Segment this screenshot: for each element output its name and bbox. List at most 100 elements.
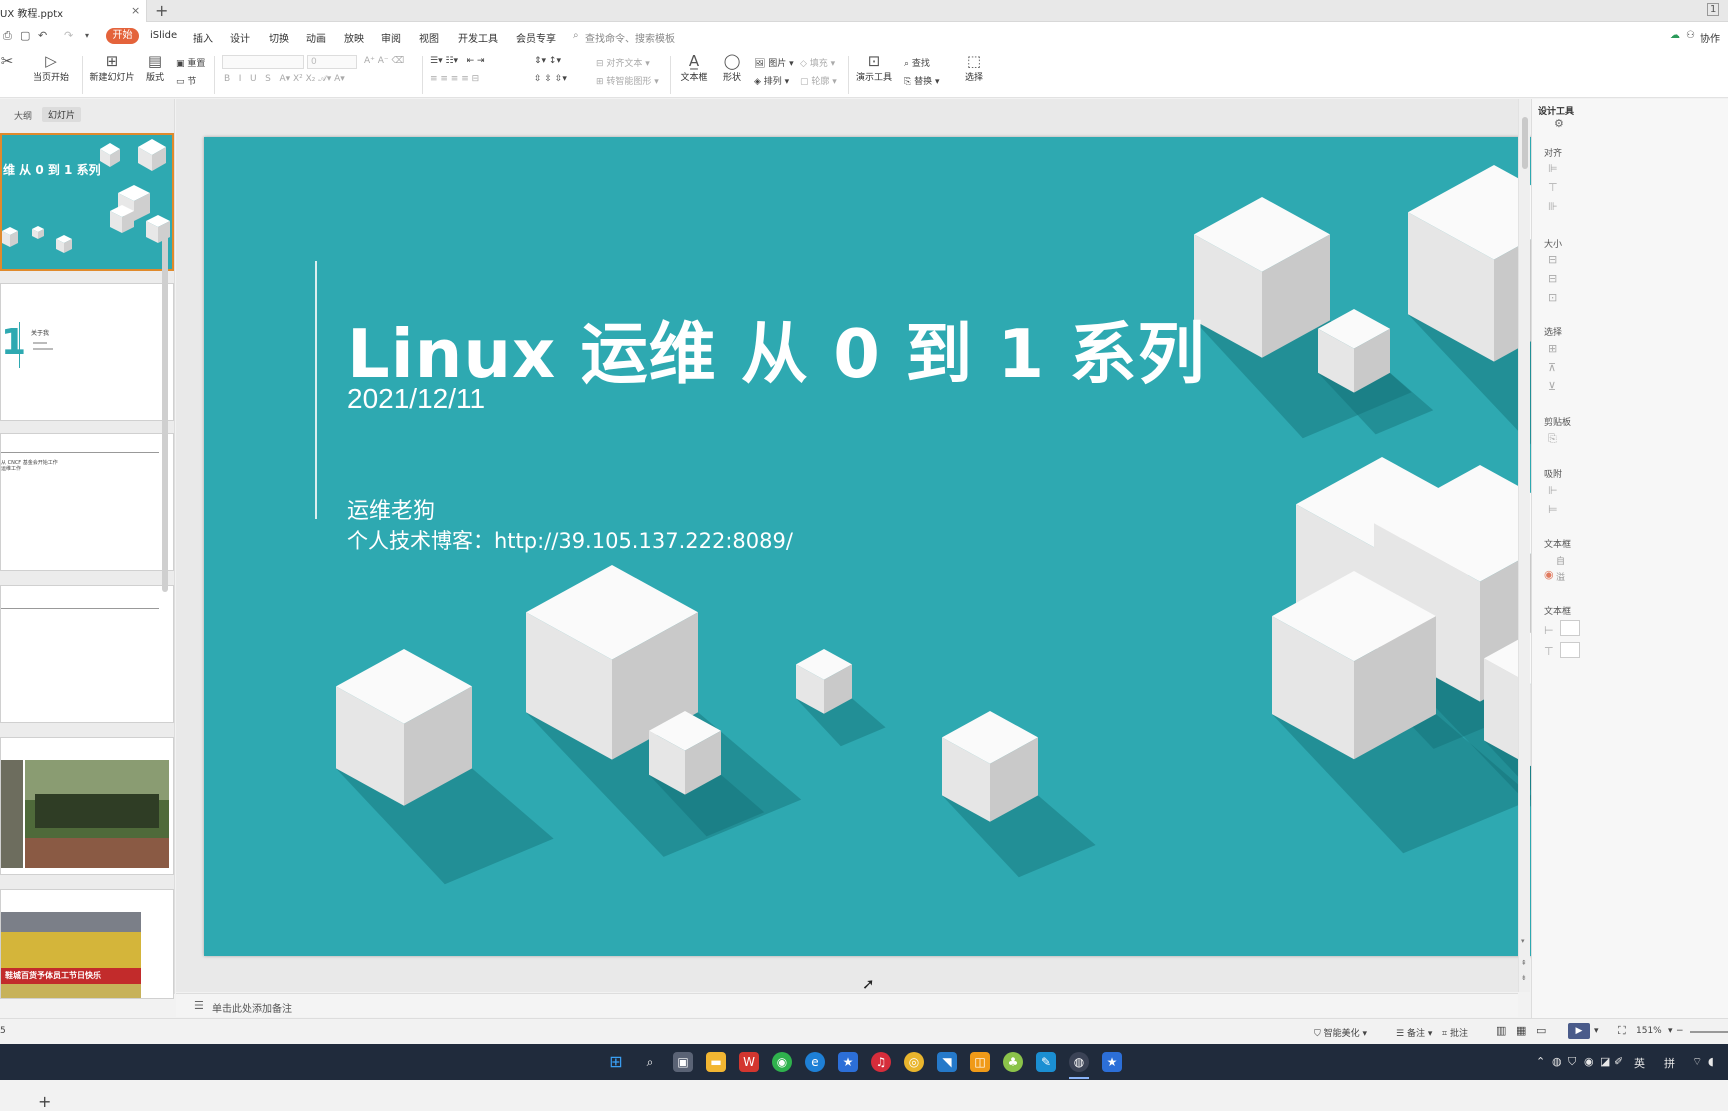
- collab-icon[interactable]: ⚇: [1686, 30, 1695, 41]
- slide-blog-url[interactable]: 个人技术博客：http://39.105.137.222:8089/: [347, 525, 793, 555]
- task-view-icon[interactable]: ▣: [673, 1052, 693, 1072]
- play-options-chevron-icon[interactable]: ▾: [1594, 1026, 1599, 1036]
- new-tab-button[interactable]: +: [155, 1, 168, 20]
- snap-grid-icon[interactable]: ⊨: [1548, 503, 1558, 516]
- paragraph-align-icons[interactable]: ≡ ≡ ≡ ≡ ⊟: [430, 74, 479, 84]
- collab-button[interactable]: 协作: [1700, 30, 1720, 45]
- fill-button[interactable]: ◇ 填充 ▾: [800, 56, 835, 69]
- wechat-icon[interactable]: ◉: [772, 1052, 792, 1072]
- font-grow-icon[interactable]: A⁺ A⁻ ⌫: [364, 56, 404, 66]
- size-height-icon[interactable]: ⊟: [1548, 272, 1557, 285]
- window-layout-button[interactable]: 1: [1707, 3, 1720, 16]
- preview-icon[interactable]: ▢: [20, 29, 30, 42]
- align-distribute-icon[interactable]: ⊪: [1548, 200, 1558, 213]
- notes-bar[interactable]: ☰ 单击此处添加备注: [176, 993, 1518, 1017]
- font-size-select[interactable]: 0: [307, 55, 357, 69]
- zoom-level[interactable]: 151%: [1636, 1026, 1662, 1036]
- start-menu-icon[interactable]: ⊞: [606, 1052, 626, 1072]
- tray-pen-icon[interactable]: ✐: [1614, 1055, 1623, 1068]
- new-slide-button[interactable]: ⊞ 新建幻灯片: [88, 52, 136, 83]
- tab-slideshow[interactable]: 放映: [344, 30, 364, 45]
- align-left-icon[interactable]: ⊫: [1548, 162, 1558, 175]
- app-box-icon[interactable]: ◫: [970, 1052, 990, 1072]
- zoom-slider[interactable]: [1690, 1031, 1728, 1033]
- tab-slides[interactable]: 幻灯片: [42, 107, 82, 122]
- picture-button[interactable]: 🖼 图片 ▾: [754, 56, 794, 69]
- select-pane-icon[interactable]: ⊞: [1548, 342, 1557, 355]
- zoom-dropdown-icon[interactable]: ▾: [1668, 1026, 1673, 1036]
- play-slideshow-button[interactable]: ▶: [1568, 1023, 1590, 1039]
- ime-mode[interactable]: 拼: [1664, 1055, 1675, 1071]
- wifi-icon[interactable]: ⌔: [1692, 1055, 1702, 1069]
- add-slide-button[interactable]: +: [38, 1092, 51, 1111]
- slide-thumbnail-4[interactable]: [0, 585, 174, 723]
- tray-shield-icon[interactable]: ⛉: [1568, 1055, 1576, 1069]
- tab-review[interactable]: 审阅: [381, 30, 401, 45]
- tray-wechat-icon[interactable]: ◍: [1552, 1055, 1562, 1068]
- thumbnail-scrollbar[interactable]: [162, 232, 168, 592]
- shape-button[interactable]: ◯ 形状: [716, 52, 748, 83]
- scroll-down-icon[interactable]: ▾: [1521, 937, 1525, 945]
- play-from-current-button[interactable]: ▷ 当页开始: [26, 52, 76, 83]
- slide-canvas[interactable]: Linux 运维 从 0 到 1 系列 2021/12/11 运维老狗 个人技术…: [204, 137, 1658, 956]
- list-icons[interactable]: ☰▾ ☷▾ ⇤ ⇥: [430, 56, 485, 66]
- textbox-option-auto[interactable]: 自: [1556, 554, 1565, 567]
- slide-thumbnail-2[interactable]: 1 关于我: [0, 283, 174, 421]
- bring-forward-icon[interactable]: ⊼: [1548, 361, 1556, 374]
- tab-islide[interactable]: iSlide: [150, 30, 177, 41]
- tray-chat-icon[interactable]: ◉: [1584, 1055, 1594, 1068]
- wps-office-icon[interactable]: W: [739, 1052, 759, 1072]
- edge-browser-icon[interactable]: e: [805, 1052, 825, 1072]
- replace-button[interactable]: ⎘ 替换 ▾: [904, 74, 939, 87]
- tab-insert[interactable]: 插入: [193, 30, 213, 45]
- command-search[interactable]: 查找命令、搜索模板: [585, 30, 675, 45]
- line-spacing-icons[interactable]: ⇳ ⇳ ⇳▾: [534, 74, 567, 84]
- slide-thumbnail-6[interactable]: 鞋城百货予体员工节日快乐: [0, 889, 174, 999]
- netease-music-icon[interactable]: ♫: [871, 1052, 891, 1072]
- app-leaf-icon[interactable]: ♣: [1003, 1052, 1023, 1072]
- file-explorer-icon[interactable]: ▬: [706, 1052, 726, 1072]
- fit-window-icon[interactable]: ⛶: [1618, 1024, 1626, 1038]
- slide-scrollbar[interactable]: ▾ ⇞ ⇟: [1518, 99, 1530, 992]
- cloud-sync-icon[interactable]: ☁: [1670, 30, 1680, 41]
- app-star2-icon[interactable]: ★: [1102, 1052, 1122, 1072]
- search-icon[interactable]: ⌕: [640, 1052, 660, 1072]
- find-button[interactable]: ⌕ 查找: [904, 56, 930, 69]
- tab-transition[interactable]: 切换: [269, 30, 289, 45]
- notes-toggle-button[interactable]: ☰ 备注 ▾: [1396, 1026, 1432, 1039]
- section-button[interactable]: ▭ 节: [176, 74, 196, 87]
- present-tool-button[interactable]: ⊡ 演示工具: [852, 52, 896, 83]
- layout-button[interactable]: ▤ 版式: [140, 52, 170, 83]
- margin-input[interactable]: [1560, 642, 1580, 658]
- next-slide-icon[interactable]: ⇟: [1521, 974, 1527, 982]
- align-top-icon[interactable]: ⊤: [1548, 181, 1558, 194]
- radio-selected-icon[interactable]: ◉: [1544, 568, 1554, 581]
- arrange-button[interactable]: ◈ 排列 ▾: [754, 74, 789, 87]
- slide-thumbnail-1[interactable]: 维 从 0 到 1 系列: [0, 133, 174, 271]
- vscode-icon[interactable]: ◥: [937, 1052, 957, 1072]
- slide-author[interactable]: 运维老狗: [347, 493, 435, 525]
- ime-language[interactable]: 英: [1634, 1055, 1645, 1071]
- outline-button[interactable]: ▢ 轮廓 ▾: [800, 74, 837, 87]
- textbox-button[interactable]: A̲ 文本框: [676, 52, 712, 83]
- app-feather-icon[interactable]: ✎: [1036, 1052, 1056, 1072]
- scrollbar-thumb[interactable]: [1522, 117, 1528, 169]
- margin-input[interactable]: [1560, 620, 1580, 636]
- tab-home[interactable]: 开始: [106, 28, 139, 44]
- send-backward-icon[interactable]: ⊻: [1548, 380, 1556, 393]
- notes-placeholder[interactable]: 单击此处添加备注: [212, 1000, 292, 1015]
- spacing-icons[interactable]: ⇕▾ ↕▾: [534, 56, 561, 66]
- snap-icon[interactable]: ⊩: [1548, 484, 1558, 497]
- prev-slide-icon[interactable]: ⇞: [1521, 959, 1527, 967]
- select-button[interactable]: ⬚ 选择: [958, 52, 990, 83]
- font-style-icons[interactable]: B I U S A▾ X² X₂ 𝒜▾ A▾: [224, 74, 345, 84]
- size-width-icon[interactable]: ⊟: [1548, 253, 1557, 266]
- size-both-icon[interactable]: ⊡: [1548, 291, 1557, 304]
- reading-view-icon[interactable]: ▭: [1536, 1024, 1546, 1037]
- ribbon-cut-icon[interactable]: ✂: [0, 52, 14, 70]
- copy-icon[interactable]: ⎘: [1548, 432, 1557, 446]
- sorter-view-icon[interactable]: ▦: [1516, 1024, 1526, 1037]
- tray-chevron-icon[interactable]: ⌃: [1536, 1055, 1545, 1068]
- tab-animation[interactable]: 动画: [306, 30, 326, 45]
- tab-member[interactable]: 会员专享: [516, 30, 556, 45]
